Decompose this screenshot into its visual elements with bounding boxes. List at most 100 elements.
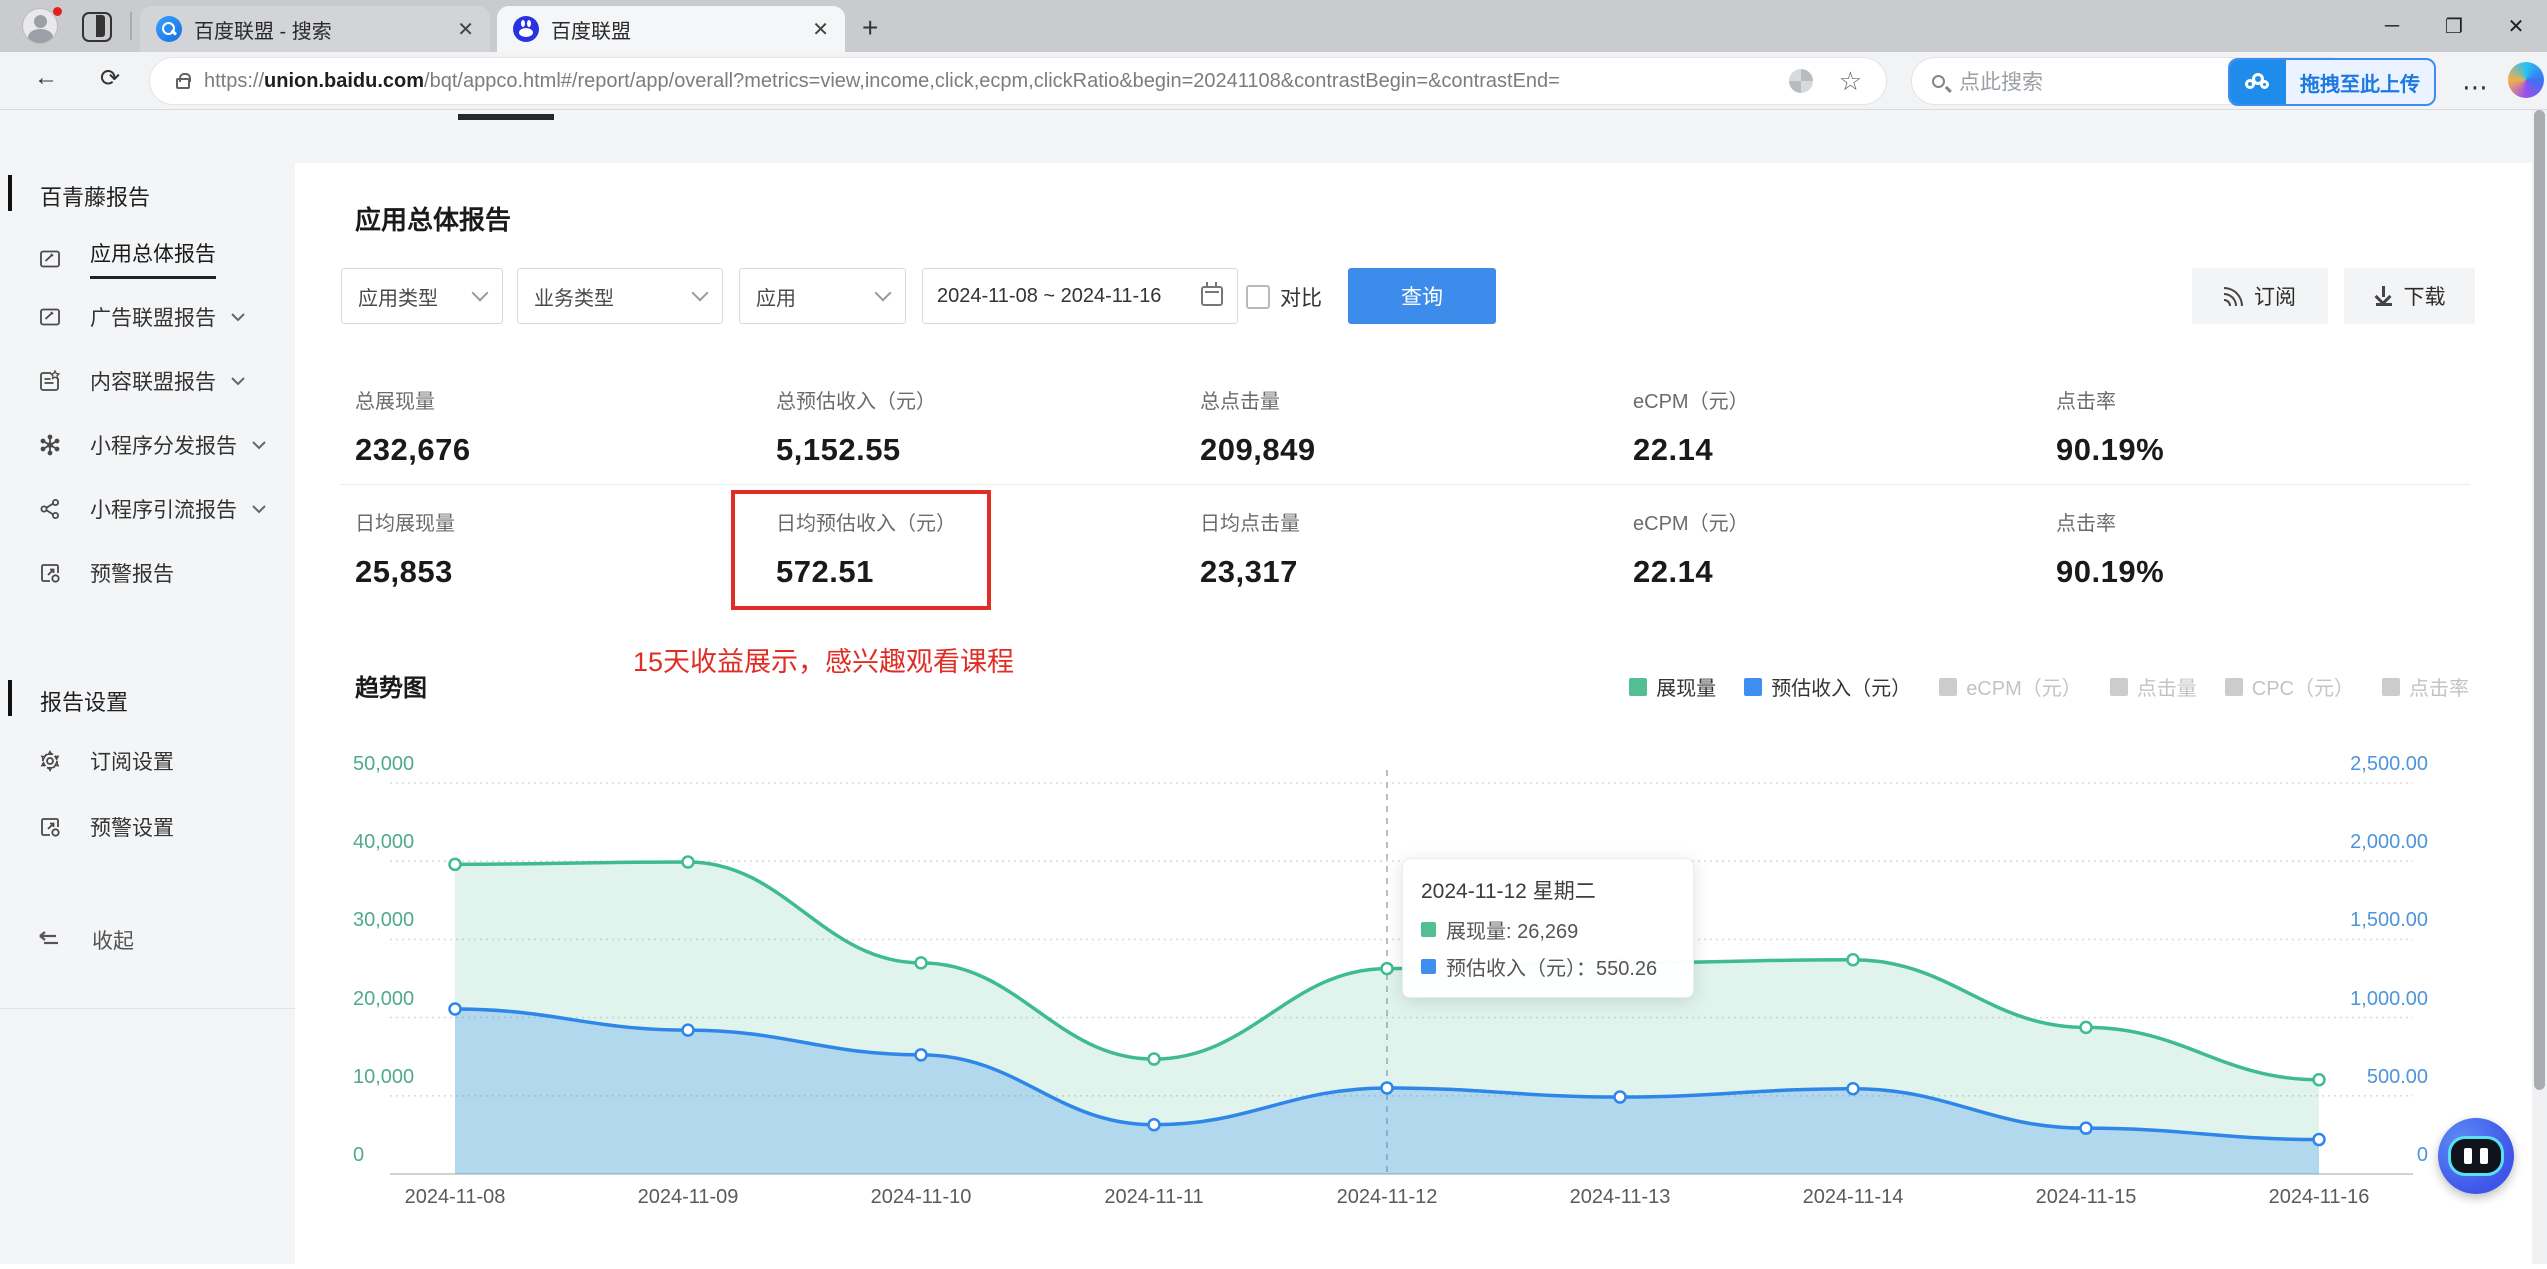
- tooltip-row: 展现量: 26,269: [1421, 915, 1675, 944]
- biz-type-select[interactable]: 业务类型: [517, 268, 723, 324]
- netdisk-upload-button[interactable]: 拖拽至此上传: [2228, 58, 2436, 106]
- download-button[interactable]: 下载: [2344, 268, 2475, 324]
- compare-checkbox-group[interactable]: 对比: [1246, 282, 1322, 312]
- sidebar-item-app-overall[interactable]: 应用总体报告: [38, 238, 268, 279]
- legend-clicks[interactable]: 点击量: [2109, 672, 2197, 701]
- sidebar-item-miniapp-distribution[interactable]: 小程序分发报告: [38, 430, 268, 460]
- content-report-icon: [40, 369, 61, 391]
- compare-checkbox[interactable]: [1246, 285, 1270, 309]
- report-icon: [40, 308, 60, 326]
- legend-swatch: [1629, 677, 1648, 696]
- chevron-down-icon: [252, 505, 266, 514]
- refresh-icon[interactable]: ⟳: [100, 64, 120, 93]
- copilot-icon[interactable]: [2508, 62, 2544, 98]
- app-select[interactable]: 应用: [739, 268, 906, 324]
- annotation-red-text: 15天收益展示，感兴趣观看课程: [633, 647, 1015, 677]
- download-icon: [2374, 286, 2394, 306]
- baidu-favicon-icon: [513, 16, 539, 42]
- sidebar-item-content-union[interactable]: 内容联盟报告: [38, 366, 268, 396]
- stat-ctr: 点击率 90.19%: [2056, 391, 2165, 467]
- sidebar-collapse-button[interactable]: 收起: [38, 925, 268, 955]
- collapse-arrow-icon: [39, 931, 58, 945]
- browser-titlebar: 百度联盟 - 搜索 ✕ 百度联盟 ✕ + ─ ❐ ✕: [0, 0, 2547, 52]
- url-text[interactable]: https://union.baidu.com/bqt/appco.html#/…: [204, 70, 1781, 93]
- stat-total-impressions: 总展现量 232,676: [355, 391, 471, 467]
- gear-icon: [40, 750, 60, 772]
- page-title: 应用总体报告: [355, 205, 512, 235]
- legend-ecpm[interactable]: eCPM（元）: [1939, 672, 2082, 701]
- close-button[interactable]: ✕: [2485, 0, 2547, 52]
- tab-close-icon[interactable]: ✕: [457, 17, 474, 42]
- stat-total-income: 总预估收入（元） 5,152.55: [776, 391, 936, 467]
- address-bar[interactable]: https://union.baidu.com/bqt/appco.html#/…: [150, 58, 1886, 104]
- sidebar-item-miniapp-referral[interactable]: 小程序引流报告: [38, 494, 268, 524]
- stat-daily-ecpm: eCPM（元） 22.14: [1633, 513, 1749, 589]
- tooltip-row: 预估收入（元）：550.26: [1421, 952, 1675, 981]
- legend-swatch: [1744, 677, 1763, 696]
- tooltip-date: 2024-11-12 星期二: [1421, 880, 1596, 903]
- chart-legend: 展现量 预估收入（元） eCPM（元） 点击量 CPC（元） 点击率: [1629, 672, 2469, 701]
- chevron-down-icon: [874, 284, 892, 302]
- back-icon[interactable]: ←: [34, 64, 58, 92]
- stat-daily-impressions: 日均展现量 25,853: [355, 513, 455, 589]
- legend-cpc[interactable]: CPC（元）: [2224, 672, 2354, 701]
- date-range-picker[interactable]: 2024-11-08 ~ 2024-11-16: [922, 268, 1238, 324]
- chevron-down-icon: [691, 284, 709, 302]
- tab-title: 百度联盟: [551, 20, 631, 43]
- scrollbar-track[interactable]: [2532, 110, 2547, 1264]
- legend-swatch: [2382, 677, 2400, 696]
- profile-avatar[interactable]: [22, 5, 64, 48]
- netdisk-cloud-icon: [2230, 60, 2286, 104]
- tooltip-swatch: [1421, 959, 1436, 974]
- stat-ecpm: eCPM（元） 22.14: [1633, 391, 1749, 467]
- restore-button[interactable]: ❐: [2423, 0, 2485, 52]
- new-tab-button[interactable]: +: [862, 12, 878, 44]
- tab-baidu-union[interactable]: 百度联盟 ✕: [497, 6, 845, 52]
- rss-icon: [2224, 286, 2244, 306]
- search-favicon-icon: [156, 16, 182, 42]
- stat-total-clicks: 总点击量 209,849: [1200, 391, 1316, 467]
- legend-swatch: [2224, 677, 2243, 696]
- legend-impressions[interactable]: 展现量: [1629, 672, 1716, 701]
- sidebar-item-ad-union[interactable]: 广告联盟报告: [38, 302, 268, 332]
- chart-tooltip: 2024-11-12 星期二 展现量: 26,269 预估收入（元）：550.2…: [1402, 858, 1694, 998]
- favorite-star-icon[interactable]: ☆: [1839, 66, 1862, 97]
- sidebar-item-subscribe-settings[interactable]: 订阅设置: [38, 746, 268, 776]
- sidebar-item-alert-report[interactable]: 预警报告: [38, 558, 268, 588]
- sidebar-divider: [0, 1008, 295, 1009]
- subscribe-button[interactable]: 订阅: [2192, 268, 2328, 324]
- chart-title: 趋势图: [355, 675, 427, 702]
- legend-swatch: [2109, 677, 2128, 696]
- app-type-select[interactable]: 应用类型: [341, 268, 503, 324]
- chevron-down-icon: [252, 441, 266, 450]
- sidebar: 百青藤报告 应用总体报告 广告联盟报告 内容联盟报告 小程序分发报告 小程序引流…: [0, 110, 295, 1264]
- minimize-button[interactable]: ─: [2361, 0, 2423, 52]
- tooltip-swatch: [1421, 922, 1436, 937]
- progress-fragment: [458, 114, 554, 120]
- sidebar-section-bqt: 百青藤报告: [40, 185, 151, 210]
- tab-close-icon[interactable]: ✕: [812, 17, 829, 42]
- assistant-robot-button[interactable]: [2438, 1118, 2514, 1194]
- legend-swatch: [1939, 677, 1958, 696]
- notification-dot: [51, 5, 64, 18]
- sidebar-item-alert-settings[interactable]: 预警设置: [38, 812, 268, 842]
- query-button[interactable]: 查询: [1348, 268, 1496, 324]
- scrollbar-thumb[interactable]: [2534, 110, 2545, 1090]
- lock-icon: [176, 72, 191, 89]
- page-action-icon[interactable]: [1788, 69, 1813, 93]
- chevron-down-icon: [231, 377, 245, 386]
- legend-ctr[interactable]: 点击率: [2382, 672, 2469, 701]
- distribution-network-icon: [40, 434, 60, 456]
- sidebar-section-settings: 报告设置: [40, 690, 129, 715]
- tab-actions-icon[interactable]: [82, 12, 112, 42]
- stats-divider: [340, 484, 2470, 485]
- chevron-down-icon: [231, 313, 245, 322]
- tab-search[interactable]: 百度联盟 - 搜索 ✕: [140, 6, 490, 52]
- report-icon: [40, 250, 60, 267]
- browser-menu-icon[interactable]: ⋯: [2462, 72, 2490, 103]
- search-placeholder: 点此搜索: [1959, 71, 2043, 94]
- tab-title: 百度联盟 - 搜索: [194, 20, 332, 43]
- legend-income[interactable]: 预估收入（元）: [1744, 672, 1911, 701]
- stat-daily-ctr: 点击率 90.19%: [2056, 513, 2165, 589]
- main-panel: [295, 163, 2532, 1264]
